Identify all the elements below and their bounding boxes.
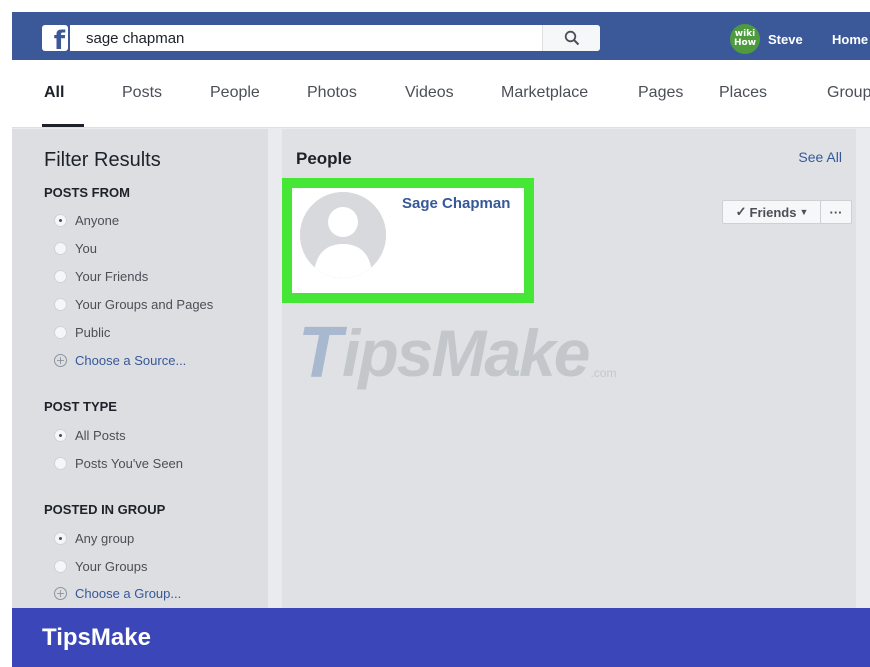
search-button[interactable] [542, 25, 600, 51]
tab-all[interactable]: All [44, 84, 64, 102]
radio-public[interactable]: Public [54, 325, 110, 340]
radio-icon [54, 429, 67, 442]
radio-icon [54, 326, 67, 339]
highlight-frame: Sage Chapman [282, 178, 534, 303]
radio-icon [54, 214, 67, 227]
radio-all-posts[interactable]: All Posts [54, 428, 126, 443]
tab-videos[interactable]: Videos [405, 84, 454, 102]
tab-posts[interactable]: Posts [122, 84, 162, 102]
search-results: People See All Sage Chapman ✓ Friends ▼ … [268, 129, 870, 608]
post-type-heading: POST TYPE [44, 399, 117, 414]
radio-you[interactable]: You [54, 241, 97, 256]
default-avatar-icon [300, 192, 386, 278]
radio-your-friends[interactable]: Your Friends [54, 269, 148, 284]
choose-group-link[interactable]: + Choose a Group... [54, 586, 181, 601]
radio-icon [54, 270, 67, 283]
radio-your-groups-and-pages[interactable]: Your Groups and Pages [54, 297, 213, 312]
people-results-card: People See All Sage Chapman ✓ Friends ▼ … [282, 129, 856, 608]
radio-icon [54, 298, 67, 311]
people-section-title: People [296, 149, 352, 168]
plus-icon: + [54, 354, 67, 367]
see-all-link[interactable]: See All [798, 149, 842, 165]
facebook-logo-icon[interactable]: f [42, 25, 68, 51]
tab-marketplace[interactable]: Marketplace [501, 84, 588, 102]
search-input[interactable] [70, 25, 542, 51]
search-box [70, 25, 600, 51]
filter-sidebar: Filter Results POSTS FROM Anyone You You… [12, 129, 268, 608]
tab-people[interactable]: People [210, 84, 260, 102]
friends-button[interactable]: ✓ Friends ▼ [722, 200, 822, 224]
plus-icon: + [54, 587, 67, 600]
profile-picture[interactable] [300, 192, 386, 278]
checkmark-icon: ✓ [735, 204, 747, 219]
tab-groups[interactable]: Groups [827, 84, 870, 102]
home-link[interactable]: Home [832, 32, 868, 47]
radio-icon [54, 242, 67, 255]
person-result[interactable]: Sage Chapman [292, 188, 524, 293]
top-navigation-bar: f wiki How Steve Home [12, 12, 870, 60]
profile-link[interactable]: Steve [768, 32, 803, 47]
user-avatar[interactable]: wiki How [730, 24, 760, 54]
filter-title: Filter Results [44, 149, 161, 171]
radio-posts-seen[interactable]: Posts You've Seen [54, 456, 183, 471]
brand-footer: TipsMake [12, 608, 870, 667]
search-tabs: All Posts People Photos Videos Marketpla… [12, 60, 870, 128]
choose-source-link[interactable]: + Choose a Source... [54, 353, 186, 368]
radio-anyone[interactable]: Anyone [54, 213, 119, 228]
radio-icon [54, 457, 67, 470]
caret-down-icon: ▼ [799, 207, 809, 217]
person-name-link[interactable]: Sage Chapman [402, 195, 510, 212]
radio-icon [54, 532, 67, 545]
search-icon [564, 30, 579, 46]
posts-from-heading: POSTS FROM [44, 185, 130, 200]
radio-any-group[interactable]: Any group [54, 531, 134, 546]
posted-in-group-heading: POSTED IN GROUP [44, 502, 166, 517]
radio-your-groups[interactable]: Your Groups [54, 559, 148, 574]
browser-viewport: f wiki How Steve Home All Posts People P… [12, 12, 870, 608]
active-tab-indicator [42, 124, 84, 127]
brand-name: TipsMake [42, 624, 151, 651]
radio-icon [54, 560, 67, 573]
more-options-button[interactable]: ··· [820, 200, 852, 224]
tab-photos[interactable]: Photos [307, 84, 357, 102]
tab-places[interactable]: Places [719, 84, 767, 102]
tab-pages[interactable]: Pages [638, 84, 683, 102]
